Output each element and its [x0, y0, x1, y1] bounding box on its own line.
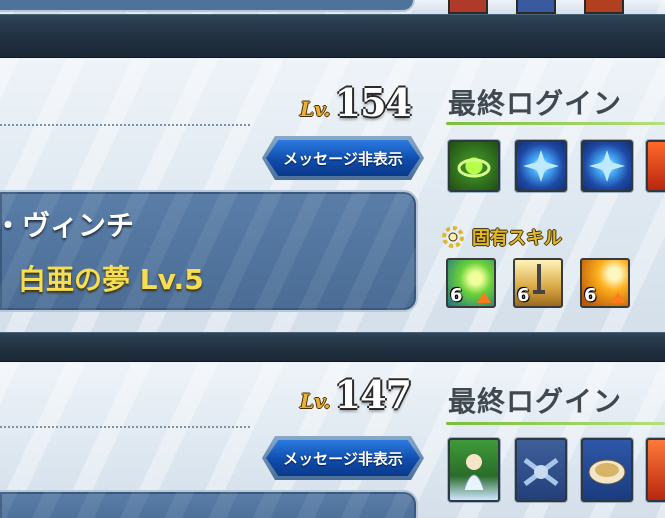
card-separator [0, 332, 665, 362]
blue-star-icon[interactable] [581, 140, 633, 192]
player-level: Lv. 154 [300, 80, 412, 125]
info-panel: ・ヴィンチ 白亜の夢 Lv.5 [0, 190, 418, 312]
unique-skill-label: 固有スキル [472, 228, 562, 249]
info-panel [0, 490, 418, 518]
previous-info-panel [0, 0, 415, 12]
blue-servant-icon[interactable] [515, 438, 567, 502]
level-label: Lv. [300, 389, 331, 413]
level-label: Lv. [300, 97, 331, 121]
player-card[interactable]: Lv. 147 最終ログイン メッセージ非表示 [0, 362, 665, 518]
skill-burst-icon[interactable]: 6 [446, 258, 496, 308]
player-card[interactable]: Lv. 154 最終ログイン メッセージ非表示 ・ヴィンチ 白亜の夢 Lv.5 … [0, 58, 665, 332]
previous-support-icon-1 [448, 0, 488, 14]
previous-support-icon-3 [584, 0, 624, 14]
skill-sword-icon[interactable]: 6 [513, 258, 563, 308]
divider [0, 124, 250, 126]
servant-name: ・ヴィンチ [0, 209, 135, 242]
last-login-label: 最終ログイン [448, 385, 623, 418]
green-servant-icon[interactable] [448, 438, 500, 502]
last-login-label: 最終ログイン [448, 87, 623, 120]
level-value: 147 [334, 372, 412, 417]
login-underline [446, 422, 665, 425]
hide-message-button[interactable]: メッセージ非表示 [262, 436, 424, 480]
red-icon[interactable] [646, 438, 665, 502]
card-separator [0, 14, 665, 58]
player-level: Lv. 147 [300, 372, 412, 417]
previous-player-card [0, 0, 665, 14]
login-underline [446, 122, 665, 125]
previous-support-icon-2 [516, 0, 556, 14]
green-circle-icon[interactable] [448, 140, 500, 192]
unique-skill-header: 固有スキル [440, 224, 562, 250]
hide-message-button[interactable]: メッセージ非表示 [262, 136, 424, 180]
soup-icon[interactable] [581, 438, 633, 502]
divider [0, 426, 250, 428]
craft-essence-name: 白亜の夢 Lv.5 [18, 263, 204, 296]
gear-icon [442, 226, 464, 248]
skill-gold-icon[interactable]: 6 [580, 258, 630, 308]
red-icon[interactable] [646, 140, 665, 192]
blue-star-icon[interactable] [515, 140, 567, 192]
level-value: 154 [334, 80, 412, 125]
